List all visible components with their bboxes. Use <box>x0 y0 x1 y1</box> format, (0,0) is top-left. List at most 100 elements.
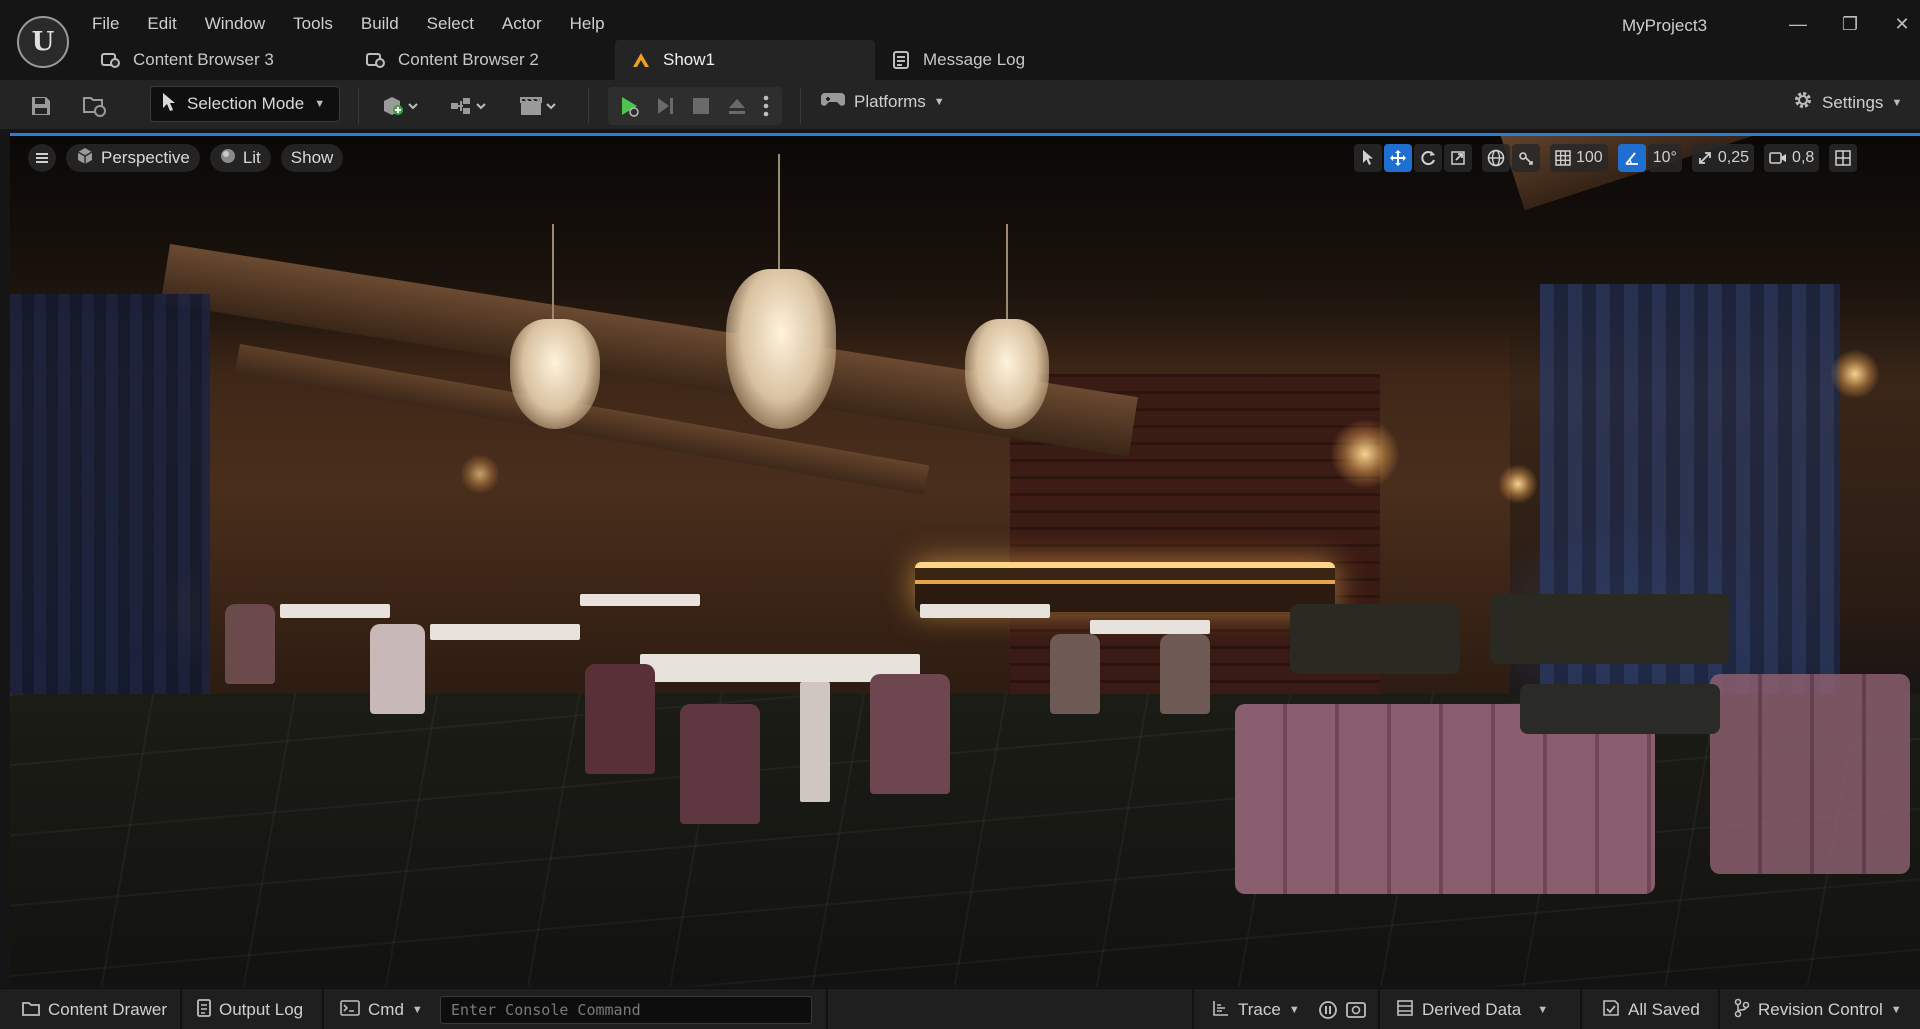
menu-tools[interactable]: Tools <box>279 10 347 38</box>
close-button[interactable]: ✕ <box>1882 10 1920 38</box>
chevron-down-icon: ▼ <box>1288 1004 1300 1016</box>
platforms-label: Platforms <box>854 91 926 111</box>
rotate-tool-icon[interactable] <box>1414 144 1442 172</box>
content-browser-icon <box>101 50 121 70</box>
angle-icon[interactable] <box>1617 144 1646 172</box>
scene-chair <box>1050 634 1100 714</box>
scene-pink-sofa <box>1710 674 1910 874</box>
console-command-input[interactable]: Enter Console Command <box>440 996 812 1024</box>
tab-content-browser-2[interactable]: Content Browser 2 <box>350 40 615 80</box>
record-trace-icon[interactable] <box>1318 997 1338 1023</box>
scene-dark-sofa <box>1520 684 1720 734</box>
camera-icon <box>1769 152 1787 164</box>
trace-dropdown[interactable]: Trace ▼ <box>1212 997 1300 1023</box>
all-saved-button[interactable]: All Saved <box>1602 997 1700 1023</box>
toolbar-divider <box>588 88 589 124</box>
platforms-dropdown[interactable]: Platforms ▼ <box>820 89 945 114</box>
tab-show1[interactable]: Show1 <box>615 40 875 80</box>
perspective-label: Perspective <box>101 148 190 167</box>
grid-snap-group: 100 <box>1550 144 1608 172</box>
statusbar-divider <box>1192 989 1194 1029</box>
save-status-icon <box>1602 999 1620 1022</box>
content-drawer-button[interactable]: Content Drawer <box>22 997 167 1023</box>
translate-tool-icon[interactable] <box>1384 144 1412 172</box>
menu-select[interactable]: Select <box>413 10 488 38</box>
scene-dining-table <box>1090 620 1210 634</box>
scene-dining-table <box>920 604 1050 618</box>
project-name: MyProject3 <box>1622 16 1708 35</box>
statusbar-divider <box>1580 989 1582 1029</box>
viewport-options-button[interactable] <box>28 144 56 172</box>
lit-button[interactable]: Lit <box>209 144 271 172</box>
coordinate-tools <box>1482 144 1540 172</box>
scale-snap-icon <box>1699 152 1711 164</box>
derived-data-dropdown[interactable]: Derived Data ▼ <box>1396 997 1548 1023</box>
content-browser-icon <box>366 50 386 70</box>
menu-build[interactable]: Build <box>347 10 413 38</box>
scene-chair <box>370 624 425 714</box>
viewport-toolbar-right: 100 10° 0,25 0,8 <box>1354 144 1863 172</box>
blueprints-dropdown[interactable] <box>444 89 494 123</box>
eject-icon[interactable] <box>720 89 754 123</box>
add-actor-dropdown[interactable] <box>376 89 426 123</box>
grid-snap-button[interactable]: 100 <box>1550 144 1608 172</box>
scene-orb-lamp <box>1498 464 1538 504</box>
scene-chair <box>225 604 275 684</box>
camera-speed-button[interactable]: 0,8 <box>1764 144 1820 172</box>
chevron-down-icon: ▼ <box>1537 1004 1549 1016</box>
menu-edit[interactable]: Edit <box>133 10 190 38</box>
chevron-down-icon: ▼ <box>1890 1004 1902 1016</box>
chevron-down-icon: ▼ <box>933 95 945 108</box>
tab-content-browser-3[interactable]: Content Browser 3 <box>85 40 350 80</box>
level-viewport[interactable] <box>10 134 1920 986</box>
rotation-snap-value[interactable]: 10° <box>1647 144 1682 172</box>
scene-orb-lamp <box>460 454 500 494</box>
surface-snap-icon[interactable] <box>1512 144 1540 172</box>
revision-control-dropdown[interactable]: Revision Control ▼ <box>1734 997 1902 1023</box>
statusbar-divider <box>826 989 828 1029</box>
camera-speed-group: 0,8 <box>1764 144 1820 172</box>
more-options-icon[interactable] <box>754 89 778 123</box>
show-label: Show <box>290 148 334 167</box>
play-controls <box>608 87 782 125</box>
scene-dining-table <box>580 594 700 606</box>
settings-dropdown[interactable]: Settings ▼ <box>1792 89 1902 116</box>
viewport-layout-icon[interactable] <box>1829 144 1858 172</box>
unreal-logo-icon[interactable]: U <box>17 16 69 68</box>
menu-window[interactable]: Window <box>191 10 279 38</box>
restore-button[interactable]: ❐ <box>1830 10 1870 38</box>
browse-content-icon[interactable] <box>78 89 112 123</box>
menu-file[interactable]: File <box>78 10 133 38</box>
menu-help[interactable]: Help <box>556 10 619 38</box>
scene-dark-sofa <box>1490 594 1730 664</box>
stop-icon[interactable] <box>684 89 718 123</box>
branch-icon <box>1734 998 1750 1023</box>
tab-message-log[interactable]: Message Log <box>875 40 1075 80</box>
tab-label: Content Browser 3 <box>133 50 274 69</box>
tab-label: Show1 <box>663 50 715 69</box>
perspective-button[interactable]: Perspective <box>66 144 200 172</box>
tab-label: Content Browser 2 <box>398 50 539 69</box>
cmd-dropdown[interactable]: Cmd ▼ <box>340 997 423 1023</box>
toolbar-divider <box>358 88 359 124</box>
screenshot-icon[interactable] <box>1346 997 1366 1023</box>
statusbar-divider <box>180 989 182 1029</box>
scene-orb-lamp <box>1330 419 1400 489</box>
output-log-button[interactable]: Output Log <box>197 997 303 1023</box>
skip-frame-icon[interactable] <box>648 89 682 123</box>
scene-chandelier <box>965 319 1049 429</box>
globe-icon[interactable] <box>1482 144 1510 172</box>
cinematics-dropdown[interactable] <box>514 89 564 123</box>
menu-actor[interactable]: Actor <box>488 10 556 38</box>
select-tool-icon[interactable] <box>1354 144 1382 172</box>
minimize-button[interactable]: — <box>1778 10 1818 38</box>
chevron-down-icon: ▼ <box>1891 96 1903 109</box>
scale-tool-icon[interactable] <box>1444 144 1472 172</box>
play-icon[interactable] <box>612 89 646 123</box>
selection-mode-dropdown[interactable]: Selection Mode ▼ <box>150 86 340 122</box>
scale-snap-button[interactable]: 0,25 <box>1691 144 1755 172</box>
scene-chandelier-chain <box>552 224 554 324</box>
scene-chandelier-chain <box>778 154 780 274</box>
show-button[interactable]: Show <box>280 144 344 172</box>
save-icon[interactable] <box>24 89 58 123</box>
